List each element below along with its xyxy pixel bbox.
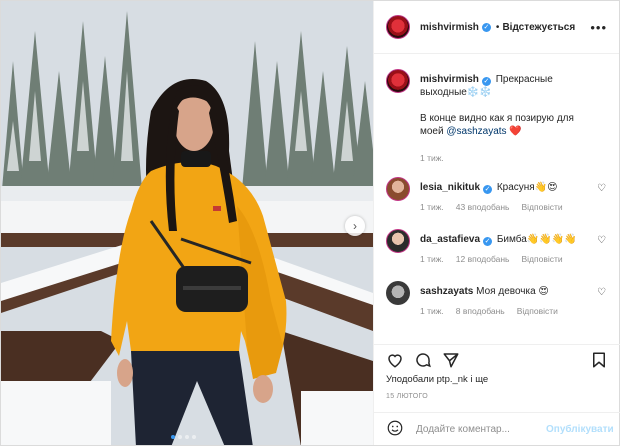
post-photo[interactable]: › <box>1 1 373 445</box>
carousel-dot-active <box>171 435 175 439</box>
comment-avatar[interactable] <box>386 281 410 305</box>
comment-username[interactable]: da_astafieva <box>420 234 480 245</box>
caption-meta: 1 тиж. <box>420 152 600 165</box>
comment-bubble-icon[interactable] <box>414 351 432 369</box>
comment-time: 1 тиж. <box>420 306 444 316</box>
more-dots-icon[interactable]: ••• <box>590 20 607 35</box>
comment-meta: 1 тиж. 43 вподобань Відповісти <box>420 201 600 214</box>
heart-icon[interactable]: ♡ <box>597 183 606 194</box>
chevron-right-icon: › <box>353 219 357 233</box>
comment-body: lesia_nikituk ✓ Красуня👋😍 1 тиж. 43 вподо… <box>420 181 600 223</box>
carousel-dot <box>178 435 182 439</box>
comment-input[interactable] <box>416 423 546 435</box>
action-bar <box>374 344 620 370</box>
caption-avatar[interactable] <box>386 69 410 93</box>
post-header: mishvirmish ✓ • Відстежується ••• <box>374 1 619 54</box>
comment-text: Моя девочка 😍 <box>476 286 549 297</box>
comment-likes[interactable]: 8 вподобань <box>456 305 505 318</box>
comment-body: da_astafieva ✓ Бимба👋👋👋👋 1 тиж. 12 вподоб… <box>420 233 600 275</box>
carousel-dot <box>192 435 196 439</box>
caption-username[interactable]: mishvirmish <box>420 74 479 85</box>
comment-avatar[interactable] <box>386 229 410 253</box>
follow-status-button[interactable]: Відстежується <box>502 22 575 33</box>
comment-time: 1 тиж. <box>420 254 444 264</box>
likes-summary[interactable]: Уподобали ptp._nk і ще <box>386 374 488 385</box>
header-username[interactable]: mishvirmish <box>420 22 479 33</box>
comment-composer: Опублікувати <box>374 412 620 445</box>
caption-mention-link[interactable]: @sashzayats <box>446 126 506 137</box>
comment-likes[interactable]: 12 вподобань <box>456 253 510 266</box>
comment-body: sashzayats Моя девочка 😍 1 тиж. 8 вподоб… <box>420 285 600 327</box>
comment-username[interactable]: lesia_nikituk <box>420 182 480 193</box>
comments-list: mishvirmish ✓ Прекрасные выходные❄️❄️ В к… <box>374 63 620 327</box>
heart-icon[interactable]: ♡ <box>597 235 606 246</box>
comment-avatar[interactable] <box>386 177 410 201</box>
reply-button[interactable]: Відповісти <box>517 305 558 318</box>
reply-button[interactable]: Відповісти <box>521 201 562 214</box>
comment-meta: 1 тиж. 12 вподобань Відповісти <box>420 253 600 266</box>
bookmark-icon[interactable] <box>590 351 608 369</box>
caption-line2: В конце видно как я позирую для моей @sa… <box>420 112 600 138</box>
next-photo-button[interactable]: › <box>345 216 365 236</box>
comment-username[interactable]: sashzayats <box>420 286 473 297</box>
post-date: 15 ЛЮТОГО <box>386 393 428 400</box>
comment-meta: 1 тиж. 8 вподобань Відповісти <box>420 305 600 318</box>
emoji-smiley-icon[interactable] <box>386 419 404 440</box>
separator-dot: • <box>495 21 500 33</box>
reply-button[interactable]: Відповісти <box>521 253 562 266</box>
carousel-dots <box>171 435 196 439</box>
caption-time: 1 тиж. <box>420 153 444 163</box>
verified-badge-icon: ✓ <box>481 22 491 32</box>
comment-item: da_astafieva ✓ Бимба👋👋👋👋 1 тиж. 12 вподоб… <box>374 223 620 275</box>
comment-likes[interactable]: 43 вподобань <box>456 201 510 214</box>
like-heart-icon[interactable] <box>386 351 404 369</box>
avatar[interactable] <box>386 15 410 39</box>
comment-time: 1 тиж. <box>420 202 444 212</box>
verified-badge-icon: ✓ <box>483 185 493 194</box>
share-paper-plane-icon[interactable] <box>442 351 460 369</box>
carousel-dot <box>185 435 189 439</box>
publish-button[interactable]: Опублікувати <box>546 424 614 435</box>
verified-badge-icon: ✓ <box>483 237 493 246</box>
caption-emoji: ❤️ <box>509 126 522 137</box>
caption-body: mishvirmish ✓ Прекрасные выходные❄️❄️ В к… <box>420 73 600 171</box>
comment-item: sashzayats Моя девочка 😍 1 тиж. 8 вподоб… <box>374 275 620 327</box>
instagram-post: › mishvirmish ✓ • Відстежується ••• mish… <box>0 0 620 446</box>
caption: mishvirmish ✓ Прекрасные выходные❄️❄️ В к… <box>374 63 620 171</box>
comment-item: lesia_nikituk ✓ Красуня👋😍 1 тиж. 43 вподо… <box>374 171 620 223</box>
post-side-panel: mishvirmish ✓ • Відстежується ••• mishvi… <box>373 1 620 445</box>
comment-text: Красуня👋😍 <box>496 182 558 193</box>
comment-text: Бимба👋👋👋👋 <box>496 234 577 245</box>
photo-illustration <box>1 1 373 445</box>
verified-badge-icon: ✓ <box>481 77 491 86</box>
heart-icon[interactable]: ♡ <box>597 287 606 298</box>
